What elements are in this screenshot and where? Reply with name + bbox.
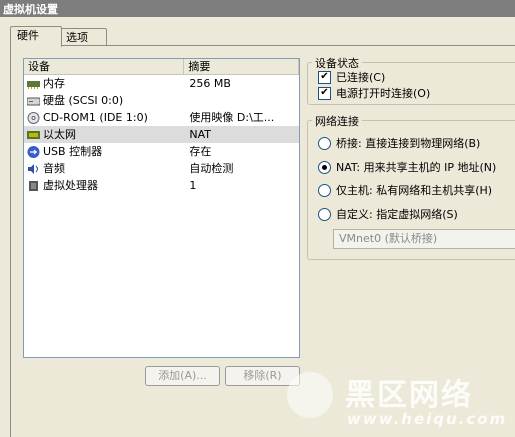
device-summary [185,92,299,109]
bridged-option[interactable]: 桥接: 直接连接到物理网络(B) [318,135,480,151]
speaker-icon [27,163,40,175]
device-name: 硬盘 (SCSI 0:0) [43,94,124,107]
watermark-url: www.heiqu.com [347,410,508,428]
nat-label: NAT: 用来共享主机的 IP 地址(N) [336,161,497,174]
processor-icon [27,180,40,192]
device-row-audio[interactable]: 音频 自动检测 [24,160,299,177]
window-title: 虚拟机设置 [3,3,58,16]
column-summary[interactable]: 摘要 [184,59,299,74]
device-name: USB 控制器 [43,145,103,158]
nat-radio[interactable] [318,160,331,174]
host-only-option[interactable]: 仅主机: 私有网络和主机共享(H) [318,182,492,198]
device-summary: NAT [189,128,212,141]
device-name: 内存 [43,77,65,90]
connected-option[interactable]: ✔ 已连接(C) [318,69,385,85]
device-row-usb[interactable]: USB 控制器 存在 [24,143,299,160]
custom-network-select[interactable]: VMnet0 (默认桥接) [333,229,515,249]
device-name: 以太网 [43,128,76,141]
connect-at-power-on-checkbox[interactable]: ✔ [318,86,331,100]
device-summary: 256 MB [189,77,231,90]
host-only-radio[interactable] [318,183,331,197]
watermark-logo-icon [287,372,333,418]
ethernet-icon [27,129,40,141]
cdrom-icon [27,111,40,124]
device-list[interactable]: 设备 摘要 内存 256 MB 硬盘 (SCSI 0:0) CD-ROM1 (I… [23,58,300,358]
memory-icon [27,78,40,90]
device-name: 音频 [43,162,65,175]
nat-option[interactable]: NAT: 用来共享主机的 IP 地址(N) [318,159,496,175]
connect-at-power-on-label: 电源打开时连接(O) [336,87,431,100]
title-bar: 虚拟机设置 [0,0,515,17]
hard-disk-icon [26,95,41,107]
custom-radio[interactable] [318,207,331,221]
column-device[interactable]: 设备 [24,59,185,74]
watermark: 黑区网络 www.heiqu.com [283,368,515,436]
bridged-radio[interactable] [318,136,331,150]
tab-options[interactable]: 选项 [59,28,107,46]
device-list-header: 设备 摘要 [24,59,299,75]
device-row-cdrom[interactable]: CD-ROM1 (IDE 1:0) 使用映像 D:\工... [24,109,299,126]
usb-icon [27,145,40,158]
device-summary: 使用映像 D:\工... [189,111,275,124]
device-summary: 自动检测 [189,162,234,175]
custom-label: 自定义: 指定虚拟网络(S) [336,208,458,221]
connect-at-power-on-option[interactable]: ✔ 电源打开时连接(O) [318,85,430,101]
watermark-brand: 黑区网络 [345,378,473,413]
device-row-processor[interactable]: 虚拟处理器 1 [24,177,299,194]
network-connection-title: 网络连接 [312,113,362,129]
device-row-ethernet[interactable]: 以太网 NAT [24,126,299,143]
connected-checkbox[interactable]: ✔ [318,70,331,84]
device-name: CD-ROM1 (IDE 1:0) [43,111,148,124]
device-row-memory[interactable]: 内存 256 MB [24,75,299,92]
bridged-label: 桥接: 直接连接到物理网络(B) [336,137,481,150]
connected-label: 已连接(C) [336,71,386,84]
device-name: 虚拟处理器 [43,179,98,192]
custom-option[interactable]: 自定义: 指定虚拟网络(S) [318,206,458,222]
device-summary: 1 [189,179,197,192]
tab-hardware[interactable]: 硬件 [10,26,62,47]
add-button[interactable]: 添加(A)... [145,366,220,386]
device-row-hard-disk[interactable]: 硬盘 (SCSI 0:0) [24,92,299,109]
device-summary: 存在 [189,145,212,158]
host-only-label: 仅主机: 私有网络和主机共享(H) [336,184,493,197]
